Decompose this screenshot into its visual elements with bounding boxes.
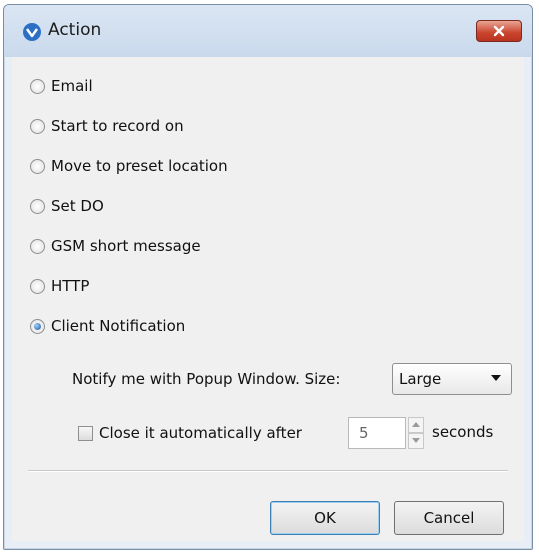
title-bar: Action	[4, 5, 532, 57]
app-logo-icon	[23, 23, 41, 41]
spin-up-button[interactable]	[408, 417, 424, 433]
radio-label: Move to preset location	[51, 157, 228, 175]
auto-close-checkbox[interactable]	[78, 425, 93, 441]
notify-text: Notify me with Popup Window. Size:	[72, 370, 341, 388]
radio-label: Start to record on	[51, 117, 184, 135]
window-title: Action	[48, 20, 102, 40]
radio-start-to-record[interactable]: Start to record on	[30, 114, 184, 138]
cancel-button[interactable]: Cancel	[394, 501, 504, 535]
size-selected-value: Large	[399, 370, 442, 388]
dialog-body: Email Start to record on Move to preset …	[12, 57, 524, 541]
radio-label: Email	[51, 77, 93, 95]
radio-button-selected[interactable]	[30, 318, 45, 334]
radio-button[interactable]	[30, 78, 45, 94]
divider	[28, 470, 508, 472]
radio-button[interactable]	[30, 118, 45, 134]
radio-button[interactable]	[30, 278, 45, 294]
seconds-stepper[interactable]	[408, 417, 424, 449]
chevron-down-icon	[491, 375, 501, 381]
size-dropdown[interactable]: Large	[392, 363, 512, 395]
caret-down-icon	[412, 438, 420, 443]
seconds-unit-label: seconds	[432, 423, 494, 441]
radio-label: Set DO	[51, 197, 104, 215]
radio-label: HTTP	[51, 277, 90, 295]
radio-button[interactable]	[30, 198, 45, 214]
action-dialog: Action Email Start to record on Move to …	[3, 4, 533, 550]
radio-button[interactable]	[30, 238, 45, 254]
radio-set-do[interactable]: Set DO	[30, 194, 104, 218]
caret-up-icon	[412, 422, 420, 427]
radio-http[interactable]: HTTP	[30, 274, 89, 298]
radio-gsm-short-message[interactable]: GSM short message	[30, 234, 201, 258]
radio-email[interactable]: Email	[30, 74, 93, 98]
ok-button[interactable]: OK	[270, 501, 380, 535]
radio-client-notification[interactable]: Client Notification	[30, 314, 185, 338]
radio-label: GSM short message	[51, 237, 201, 255]
spin-down-button[interactable]	[408, 433, 424, 449]
seconds-input[interactable]	[348, 417, 406, 449]
auto-close-label: Close it automatically after	[99, 424, 302, 442]
close-icon	[493, 25, 505, 37]
radio-move-to-preset[interactable]: Move to preset location	[30, 154, 228, 178]
close-button[interactable]	[476, 20, 522, 42]
auto-close-checkbox-row[interactable]: Close it automatically after	[78, 419, 302, 447]
radio-button[interactable]	[30, 158, 45, 174]
radio-label: Client Notification	[51, 317, 186, 335]
